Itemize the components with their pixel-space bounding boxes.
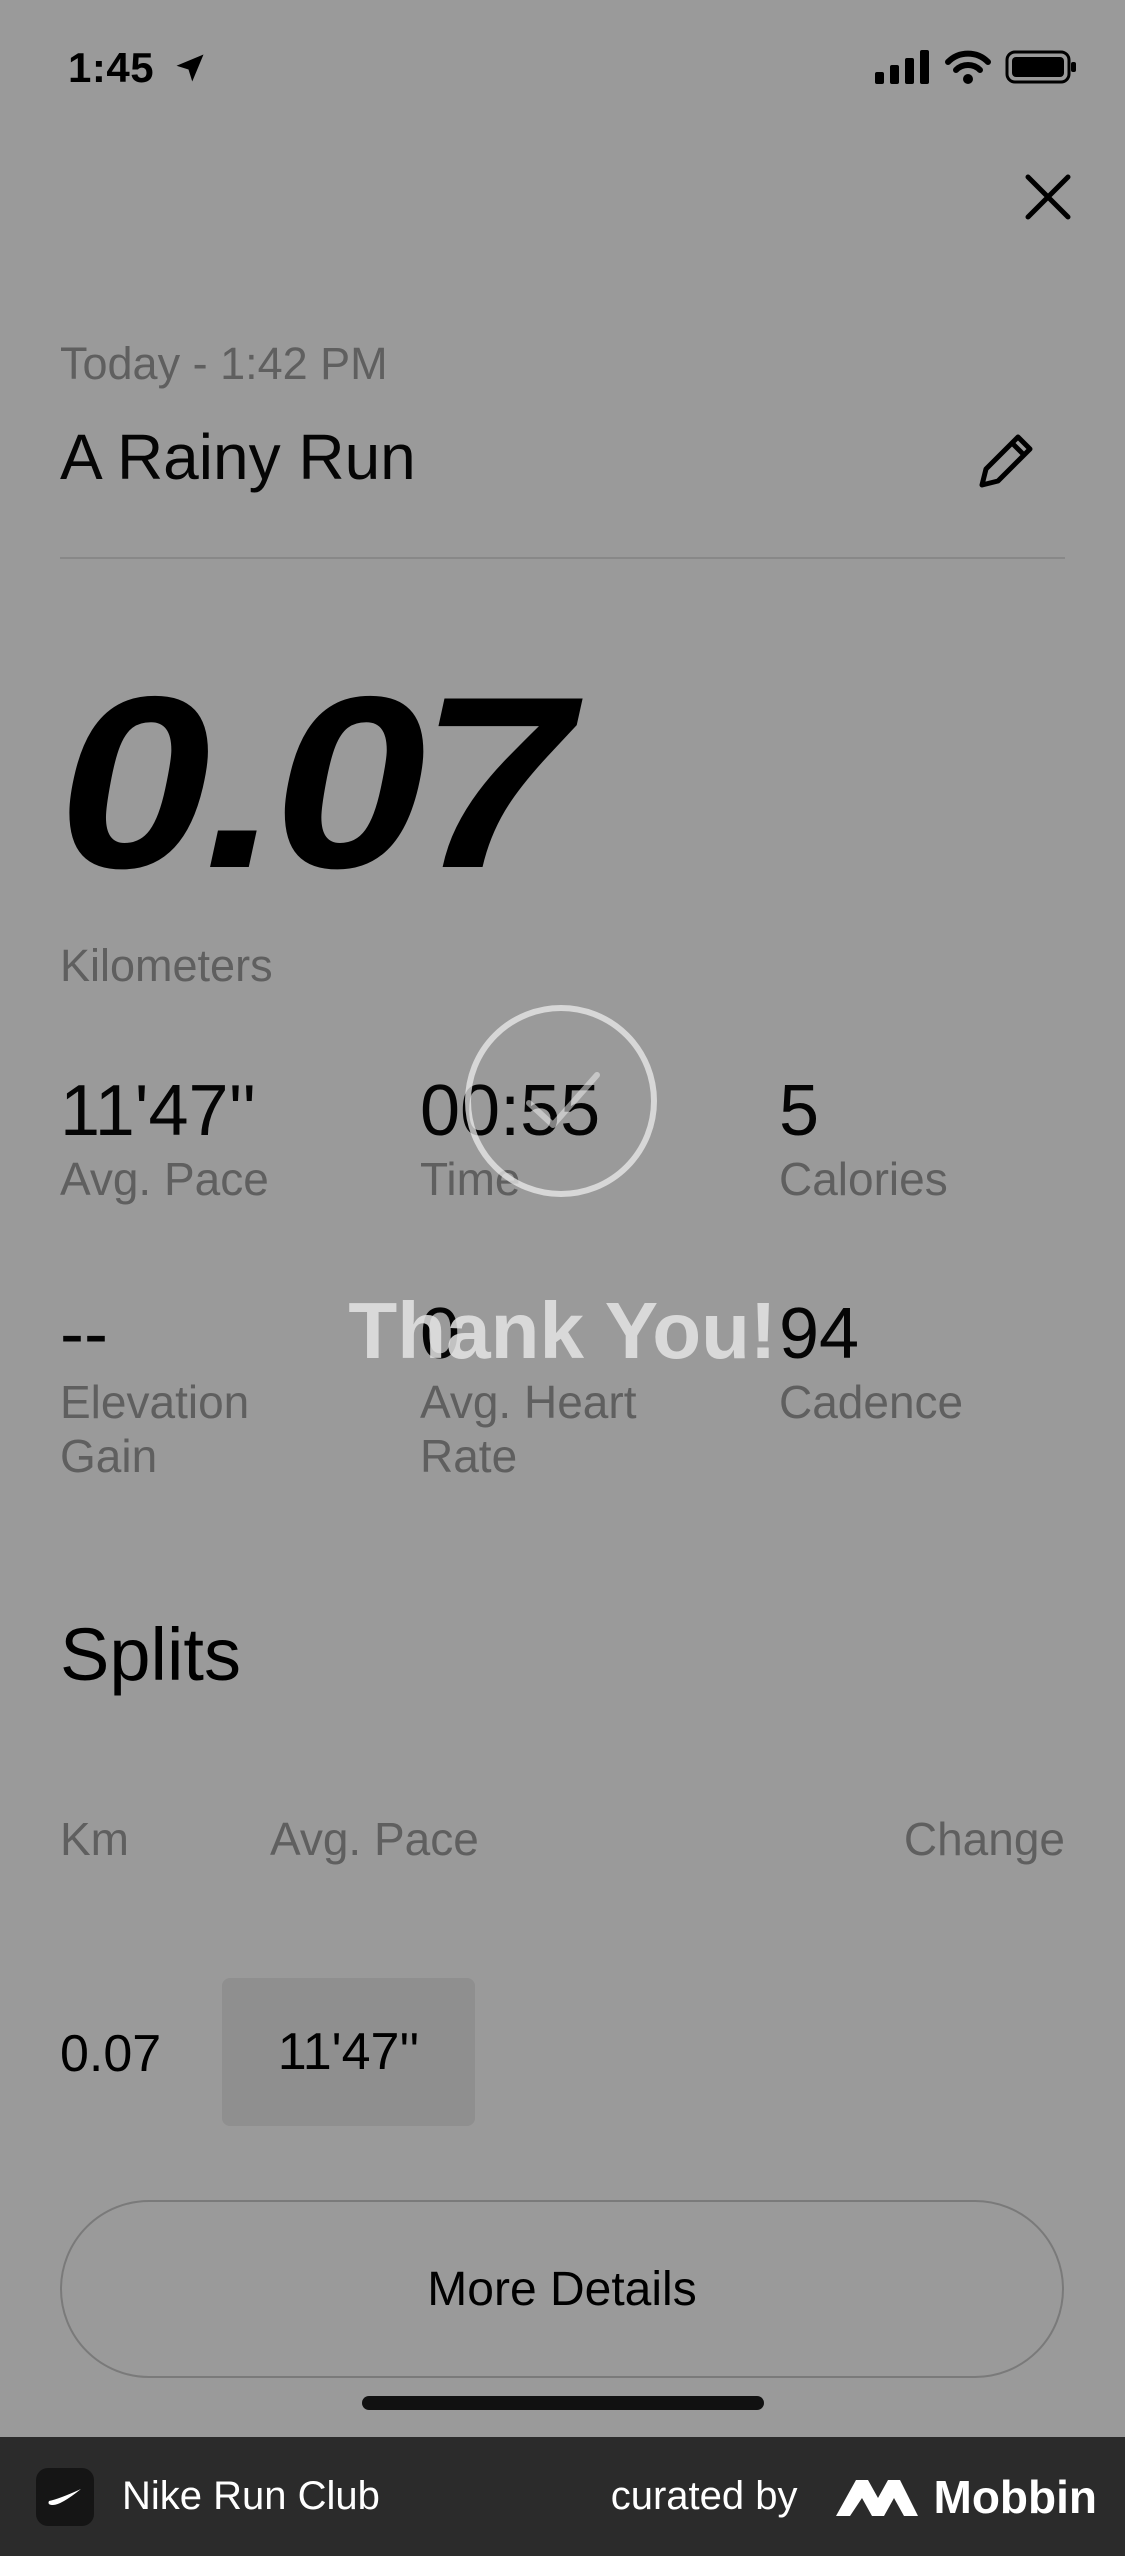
distance-value: 0.07 (58, 645, 572, 919)
status-icons (875, 50, 1077, 84)
battery-icon (1005, 50, 1076, 84)
stat-label: Calories (779, 1153, 948, 1205)
status-time: 1:45 (68, 44, 208, 92)
close-button[interactable] (1011, 160, 1085, 234)
edit-title-button[interactable] (967, 420, 1047, 500)
stat-label: Elevation Gain (60, 1376, 250, 1482)
stat-calories: 5 Calories (779, 1070, 1079, 1206)
pencil-icon (979, 434, 1033, 488)
header-divider (60, 557, 1065, 559)
stat-value: 5 (779, 1071, 820, 1151)
stat-label: Avg. Pace (60, 1153, 269, 1205)
splits-col-change: Change (903, 1813, 1065, 1865)
nrc-app-icon (36, 2467, 94, 2526)
splits-col-km: Km (60, 1813, 129, 1865)
activity-datetime: Today - 1:42 PM (60, 338, 388, 389)
close-icon (1025, 174, 1071, 220)
mobbin-wordmark: Mobbin (933, 2470, 1098, 2523)
location-arrow-icon (176, 54, 204, 82)
splits-heading: Splits (60, 1613, 241, 1696)
wifi-icon (945, 50, 991, 84)
split-row-pace: 11'47'' (222, 1978, 475, 2126)
stat-label: Cadence (779, 1376, 964, 1428)
home-indicator (362, 2396, 764, 2410)
stat-avg-pace: 11'47'' Avg. Pace (60, 1070, 390, 1206)
curated-by-label: curated by (610, 2474, 798, 2518)
distance-unit: Kilometers (60, 940, 273, 991)
success-circle (465, 1005, 657, 1197)
stat-value: 11'47'' (60, 1071, 257, 1151)
mobbin-mark-icon (835, 2479, 918, 2516)
mobbin-logo: Mobbin (834, 2470, 1098, 2524)
footer-bar: Nike Run Club curated by Mobbin (0, 2437, 1125, 2556)
app-name: Nike Run Club (122, 2474, 380, 2518)
cellular-signal-icon (875, 50, 929, 84)
thank-you-message: Thank You! (348, 1286, 777, 1375)
more-details-button[interactable]: More Details (60, 2200, 1064, 2378)
stat-label: Avg. Heart Rate (420, 1376, 637, 1482)
splits-col-avg-pace: Avg. Pace (270, 1813, 479, 1865)
split-row-km: 0.07 (60, 2025, 162, 2083)
activity-title: A Rainy Run (60, 421, 416, 493)
checkmark-icon (526, 1072, 600, 1128)
